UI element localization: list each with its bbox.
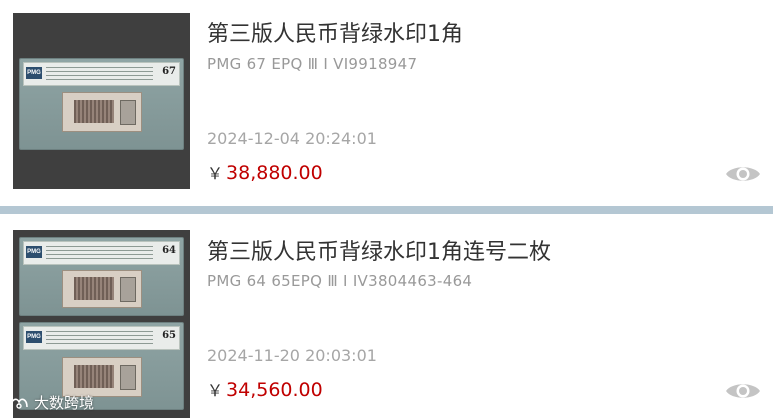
slab-label-text bbox=[46, 246, 153, 260]
listing-price: ￥ 38,880.00 bbox=[207, 160, 323, 184]
listing-price: ￥ 34,560.00 bbox=[207, 377, 323, 401]
slab-logo: PMG bbox=[26, 67, 42, 79]
eye-icon[interactable] bbox=[724, 379, 762, 403]
watermark-text: 大数跨境 bbox=[34, 394, 95, 412]
listing-item[interactable]: PMG 64 PMG 65 第三版人民币背绿水印1角连号二枚 PMG 64 65… bbox=[0, 214, 773, 418]
listing-divider bbox=[0, 206, 773, 214]
listing-subtitle: PMG 67 EPQ Ⅲ Ⅰ VI9918947 bbox=[207, 55, 418, 73]
slab-grade: 65 bbox=[162, 330, 176, 341]
slab-logo: PMG bbox=[26, 331, 42, 343]
listing-thumbnail[interactable]: PMG 67 bbox=[13, 13, 190, 189]
banknote-image bbox=[62, 270, 142, 308]
banknote-image bbox=[62, 357, 142, 397]
listing-date: 2024-11-20 20:03:01 bbox=[207, 346, 377, 365]
watermark-logo-icon bbox=[10, 398, 28, 409]
slab-grade: 67 bbox=[162, 66, 176, 77]
watermark: 大数跨境 bbox=[8, 392, 94, 413]
slab-label: PMG 64 bbox=[23, 241, 180, 265]
slab-label: PMG 65 bbox=[23, 326, 180, 350]
slab-grade: 64 bbox=[162, 245, 176, 256]
listing-title[interactable]: 第三版人民币背绿水印1角连号二枚 bbox=[207, 234, 551, 266]
listing-thumbnail[interactable]: PMG 64 PMG 65 bbox=[13, 230, 190, 418]
listing-date: 2024-12-04 20:24:01 bbox=[207, 129, 377, 148]
currency-symbol: ￥ bbox=[207, 164, 224, 183]
banknote-image bbox=[62, 92, 142, 132]
slab-label-text bbox=[46, 331, 153, 345]
graded-slab: PMG 64 bbox=[19, 237, 184, 316]
slab-label: PMG 67 bbox=[23, 62, 180, 86]
slab-logo: PMG bbox=[26, 246, 42, 258]
listing-subtitle: PMG 64 65EPQ Ⅲ Ⅰ IV3804463-464 bbox=[207, 272, 473, 290]
eye-icon[interactable] bbox=[724, 162, 762, 186]
slab-label-text bbox=[46, 67, 153, 81]
price-amount: 38,880.00 bbox=[226, 162, 323, 184]
listing-item[interactable]: PMG 67 第三版人民币背绿水印1角 PMG 67 EPQ Ⅲ Ⅰ VI991… bbox=[0, 0, 773, 206]
graded-slab: PMG 67 bbox=[19, 58, 184, 150]
price-amount: 34,560.00 bbox=[226, 379, 323, 401]
listing-title[interactable]: 第三版人民币背绿水印1角 bbox=[207, 16, 463, 48]
currency-symbol: ￥ bbox=[207, 381, 224, 400]
